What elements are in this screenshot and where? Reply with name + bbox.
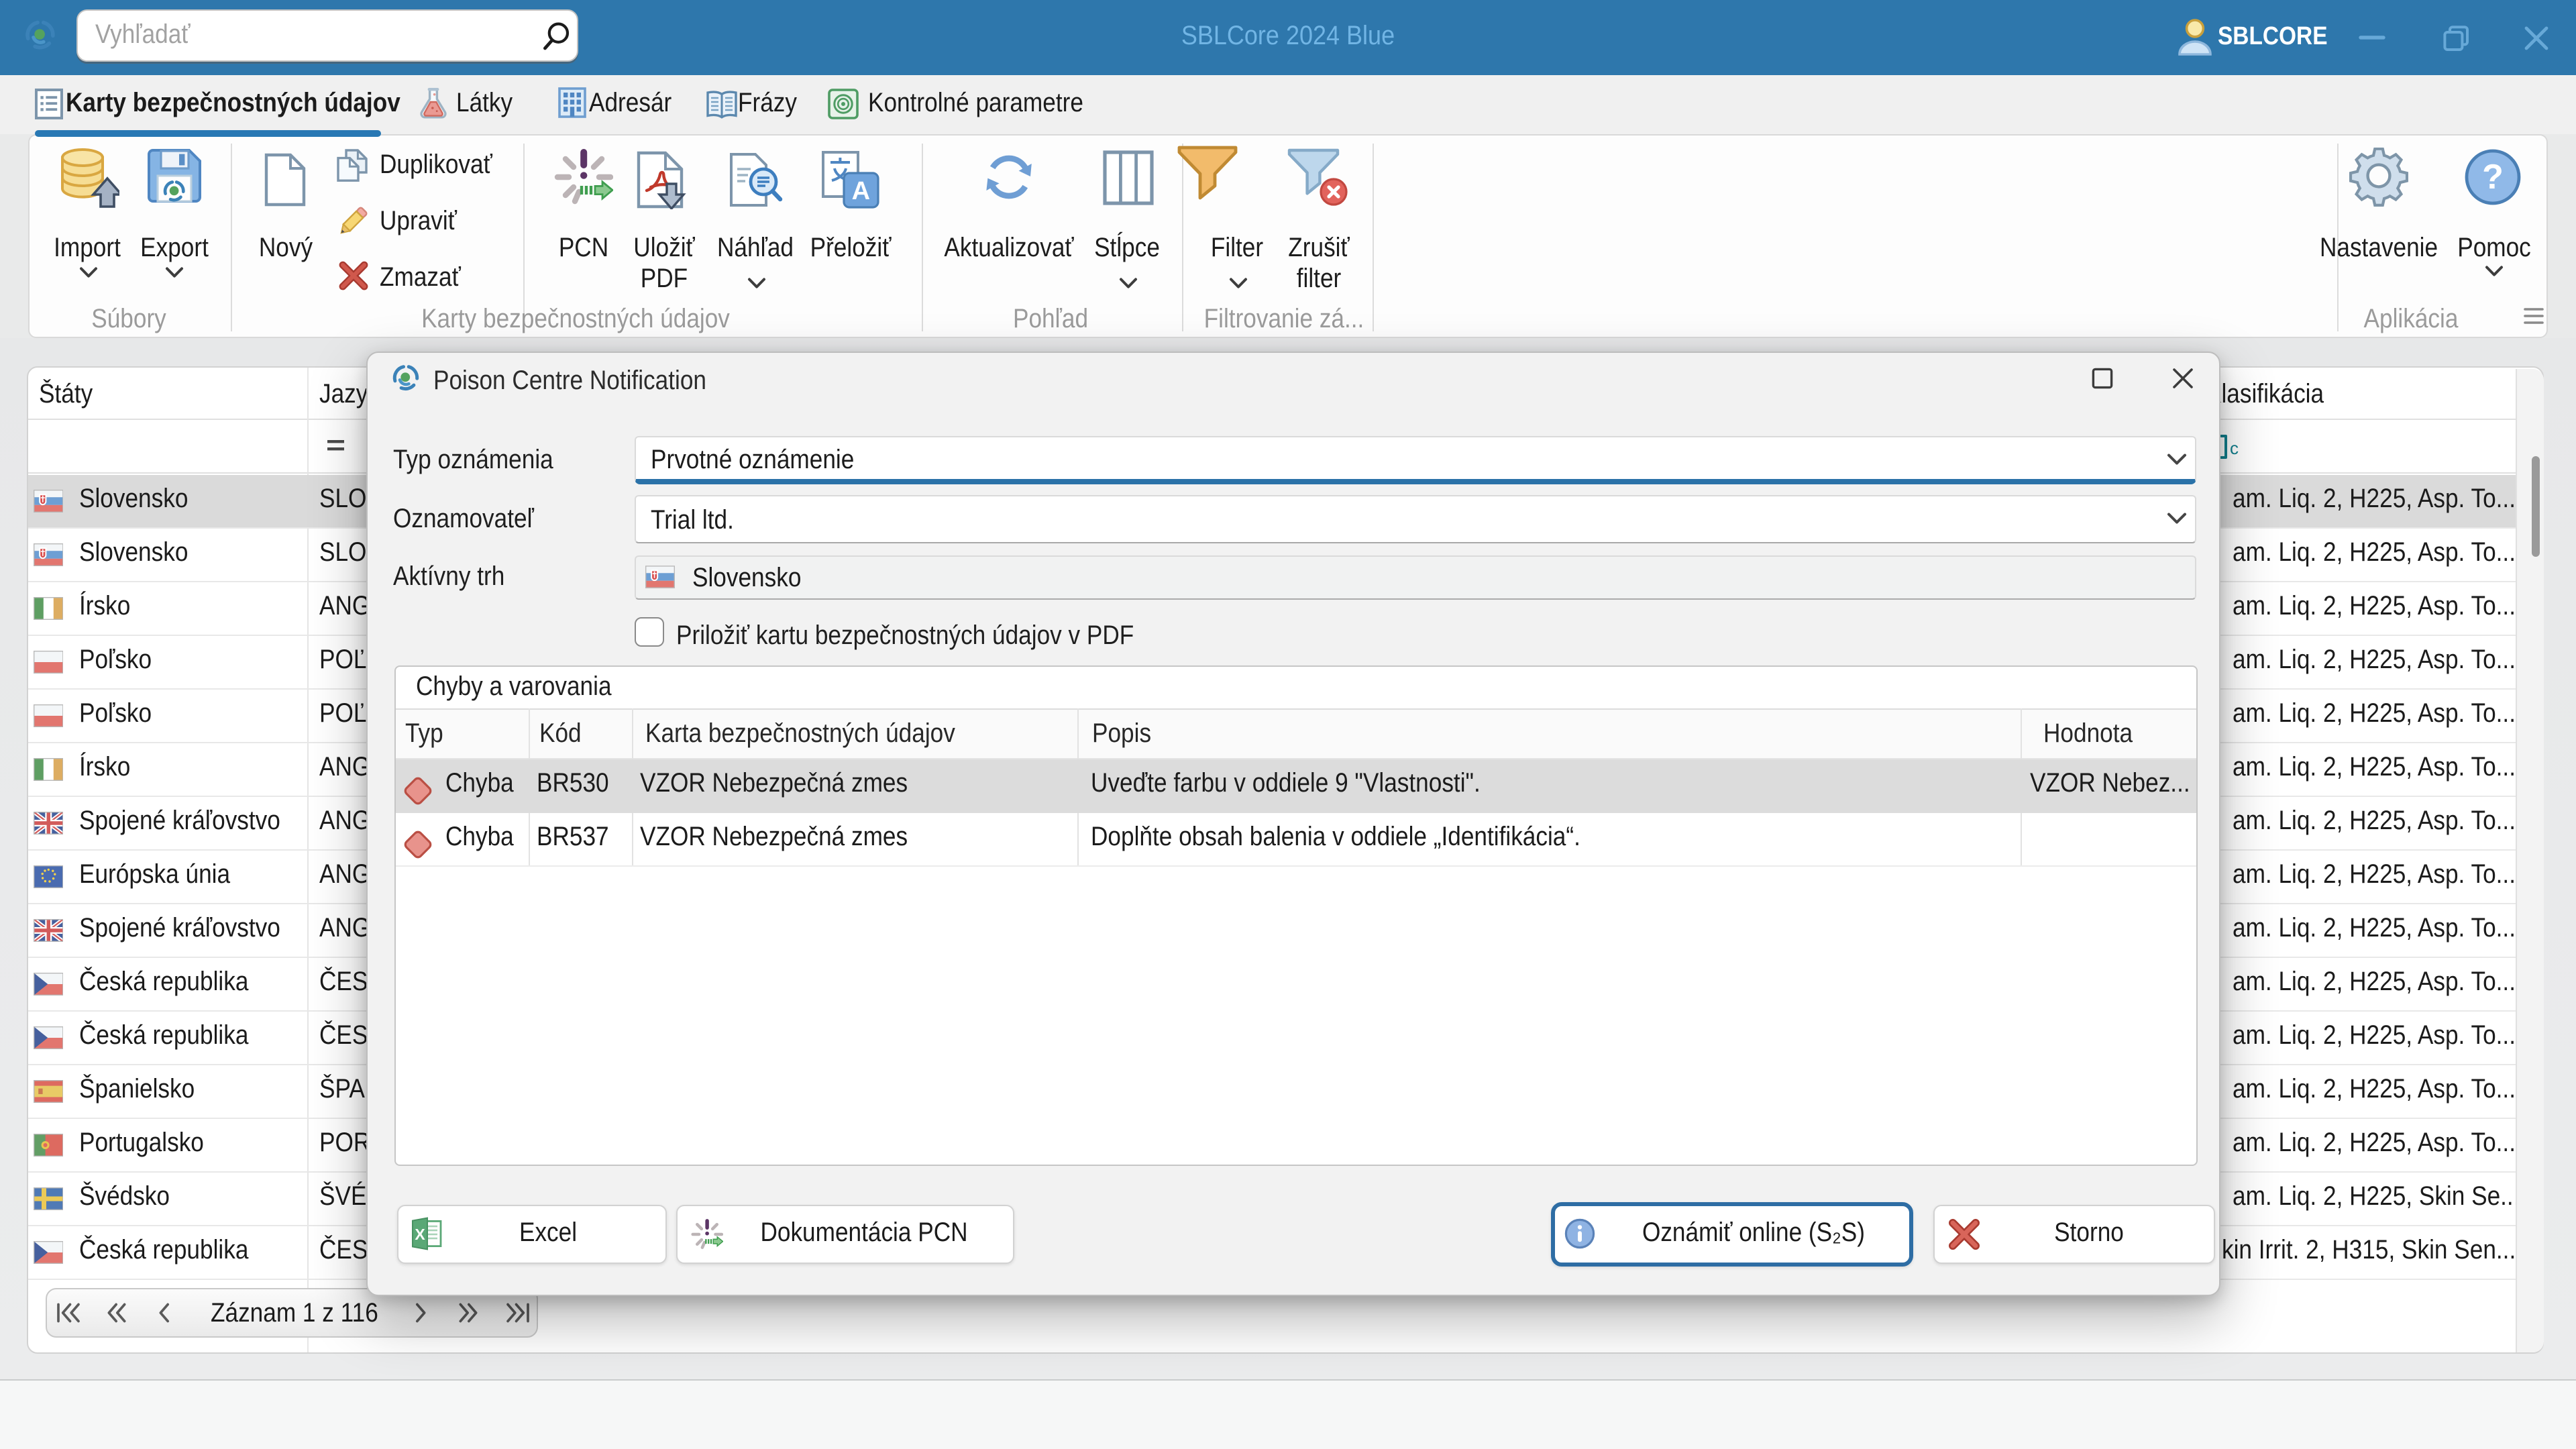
svg-text:A: A — [852, 177, 870, 205]
svg-text:c: c — [2230, 438, 2239, 458]
svg-text:X: X — [415, 1226, 425, 1243]
svg-text:?: ? — [2482, 158, 2504, 197]
